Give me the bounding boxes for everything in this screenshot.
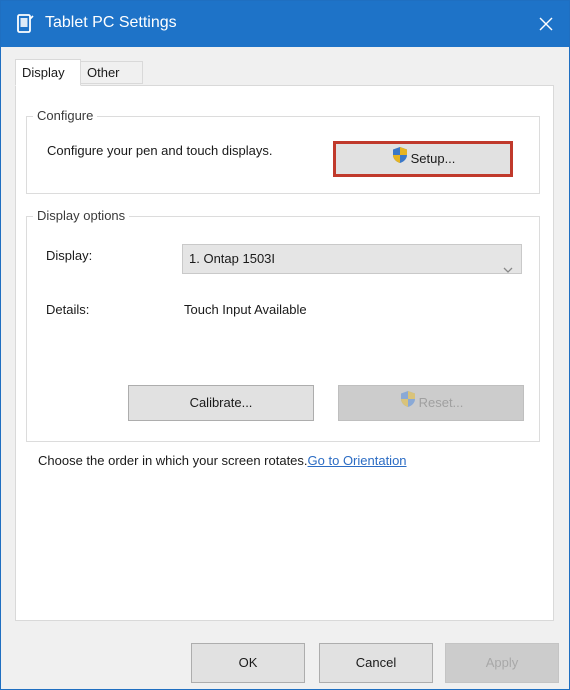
calibrate-button[interactable]: Calibrate... bbox=[128, 385, 314, 421]
display-dropdown-value: 1. Ontap 1503I bbox=[189, 251, 276, 266]
tab-other[interactable]: Other bbox=[81, 61, 143, 84]
close-button[interactable] bbox=[523, 1, 569, 47]
calibrate-button-label: Calibrate... bbox=[189, 395, 253, 410]
reset-button[interactable]: Reset... bbox=[338, 385, 524, 421]
uac-shield-icon bbox=[391, 145, 409, 175]
display-tab-panel: Configure Configure your pen and touch d… bbox=[15, 85, 554, 621]
orientation-text: Choose the order in which your screen ro… bbox=[38, 453, 308, 468]
setup-button-label: Setup... bbox=[410, 151, 456, 166]
configure-group: Configure Configure your pen and touch d… bbox=[26, 108, 540, 194]
tablet-pc-settings-window: Tablet PC Settings Display Other Configu… bbox=[0, 0, 570, 690]
reset-button-label: Reset... bbox=[418, 395, 464, 410]
details-value: Touch Input Available bbox=[184, 302, 307, 317]
uac-shield-icon bbox=[399, 387, 417, 421]
apply-button[interactable]: Apply bbox=[445, 643, 559, 683]
configure-group-label: Configure bbox=[33, 108, 98, 123]
details-label: Details: bbox=[46, 302, 90, 317]
chevron-down-icon bbox=[503, 255, 513, 283]
ok-button[interactable]: OK bbox=[191, 643, 305, 683]
display-label: Display: bbox=[46, 248, 93, 263]
setup-button[interactable]: Setup... bbox=[333, 141, 513, 177]
go-to-orientation-link[interactable]: Go to Orientation bbox=[308, 453, 407, 468]
window-title: Tablet PC Settings bbox=[45, 14, 177, 31]
display-options-group-label: Display options bbox=[33, 208, 130, 223]
display-dropdown[interactable]: 1. Ontap 1503I bbox=[182, 244, 522, 274]
tab-display[interactable]: Display bbox=[15, 59, 81, 86]
orientation-description: Choose the order in which your screen ro… bbox=[38, 450, 438, 471]
tablet-pc-icon bbox=[15, 13, 35, 35]
close-icon[interactable] bbox=[538, 16, 554, 32]
title-bar[interactable]: Tablet PC Settings bbox=[1, 1, 569, 47]
configure-description: Configure your pen and touch displays. bbox=[47, 143, 273, 158]
cancel-button[interactable]: Cancel bbox=[319, 643, 433, 683]
